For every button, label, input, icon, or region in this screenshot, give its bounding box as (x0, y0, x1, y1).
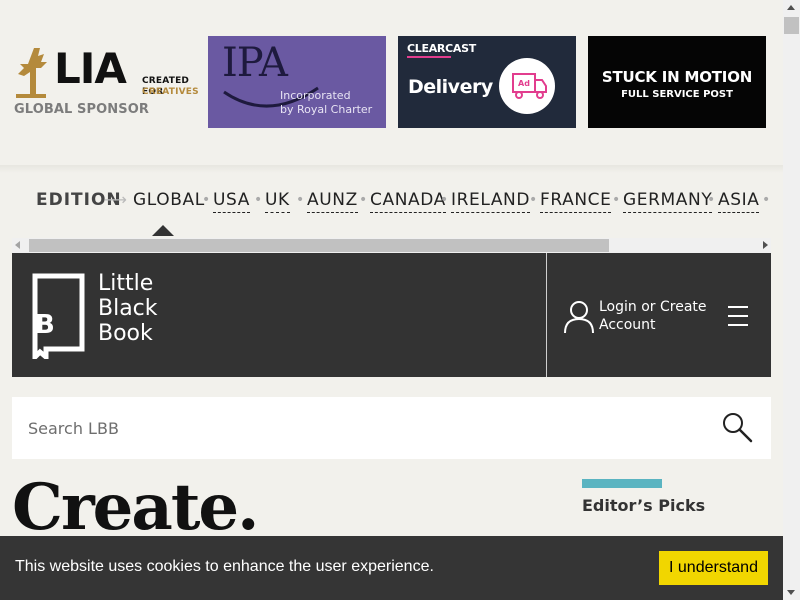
separator-dot: • (762, 192, 771, 208)
edition-item-global[interactable]: GLOBAL (133, 190, 205, 212)
clearcast-ad-banner[interactable]: CLEARCAST Delivery Ad (398, 36, 576, 128)
edition-item-usa[interactable]: USA (213, 190, 250, 213)
scroll-up-arrow-icon[interactable] (787, 5, 795, 10)
logo-line-book: Book (98, 321, 153, 346)
clearcast-ad-label: Ad (518, 79, 530, 88)
scroll-left-arrow-icon[interactable] (15, 241, 20, 249)
edition-item-france[interactable]: FRANCE (540, 190, 612, 213)
edition-item-uk[interactable]: UK (265, 190, 290, 213)
clearcast-underline (407, 56, 451, 58)
separator-dot: • (612, 192, 621, 208)
edition-item-aunz[interactable]: AUNZ (307, 190, 358, 213)
hamburger-menu-icon[interactable] (728, 306, 748, 326)
scroll-down-arrow-icon[interactable] (787, 590, 795, 595)
lbb-wordmark: Little Black Book (98, 271, 158, 346)
ipa-line-2: by Royal Charter (280, 103, 373, 116)
logo-line-black: Black (98, 296, 158, 321)
login-line-1: Login or Create (599, 299, 707, 315)
vertical-scroll-thumb[interactable] (784, 17, 799, 34)
header-divider (546, 253, 547, 377)
cookie-message: This website uses cookies to enhance the… (15, 558, 434, 575)
cookie-accept-button[interactable]: I understand (659, 551, 768, 585)
cookie-banner: This website uses cookies to enhance the… (0, 536, 783, 600)
selected-edition-caret-icon (152, 225, 174, 236)
search-bar (12, 397, 771, 459)
separator-dot: • (440, 192, 449, 208)
sponsor-banner: LIA CREATED FOR CREATIVES GLOBAL SPONSOR… (0, 0, 783, 165)
login-line-2: Account (599, 317, 656, 333)
edition-item-ireland[interactable]: IRELAND (451, 190, 531, 213)
search-icon[interactable] (721, 411, 753, 443)
stuck-in-motion-subtitle: FULL SERVICE POST (621, 89, 733, 100)
editors-picks-title: Editor’s Picks (582, 496, 706, 515)
edition-item-canada[interactable]: CANADA (370, 190, 446, 213)
separator-dot: • (296, 192, 305, 208)
separator-dot: • (202, 192, 211, 208)
stuck-in-motion-title: STUCK IN MOTION (601, 68, 753, 86)
book-logo-icon: B (32, 273, 85, 359)
site-header: B Little Black Book Login or Create Acco… (12, 253, 771, 377)
edition-horizontal-scrollbar[interactable] (12, 238, 771, 253)
separator-dot: • (254, 192, 263, 208)
editors-picks-accent-bar (582, 479, 662, 488)
stuck-in-motion-ad-banner[interactable]: STUCK IN MOTION FULL SERVICE POST (588, 36, 766, 128)
ipa-line-1: Incorporated (280, 89, 351, 102)
clearcast-brand: CLEARCAST (407, 42, 476, 55)
separator-dot: • (359, 192, 368, 208)
lia-global-sponsor-label: GLOBAL SPONSOR (14, 102, 149, 117)
edition-item-germany[interactable]: GERMANY (623, 190, 713, 213)
search-input[interactable] (28, 417, 708, 439)
separator-dot: • (529, 192, 538, 208)
lbb-logo[interactable]: B Little Black Book (32, 271, 182, 359)
arrow-right-icon: ⟶ (104, 190, 127, 209)
lia-lion-icon (16, 48, 47, 98)
edition-item-asia[interactable]: ASIA (718, 190, 760, 213)
page: LIA CREATED FOR CREATIVES GLOBAL SPONSOR… (0, 0, 783, 600)
horizontal-scroll-thumb[interactable] (29, 239, 609, 252)
logo-letter: B (35, 310, 55, 340)
create-headline: Create. (12, 470, 259, 545)
login-text: Login or Create Account (599, 298, 707, 334)
lia-sponsor-logo[interactable]: LIA CREATED FOR CREATIVES GLOBAL SPONSOR (14, 44, 204, 124)
scroll-right-arrow-icon[interactable] (763, 241, 768, 249)
clearcast-delivery-title: Delivery (408, 76, 493, 98)
user-icon (564, 301, 594, 334)
ipa-ad-banner[interactable]: IPA Incorporated by Royal Charter (208, 36, 386, 128)
lia-wordmark: LIA (54, 44, 127, 93)
page-vertical-scrollbar[interactable] (783, 0, 800, 600)
logo-line-little: Little (98, 271, 154, 296)
lia-tagline-creatives: CREATIVES (142, 87, 199, 97)
separator-dot: • (707, 192, 716, 208)
